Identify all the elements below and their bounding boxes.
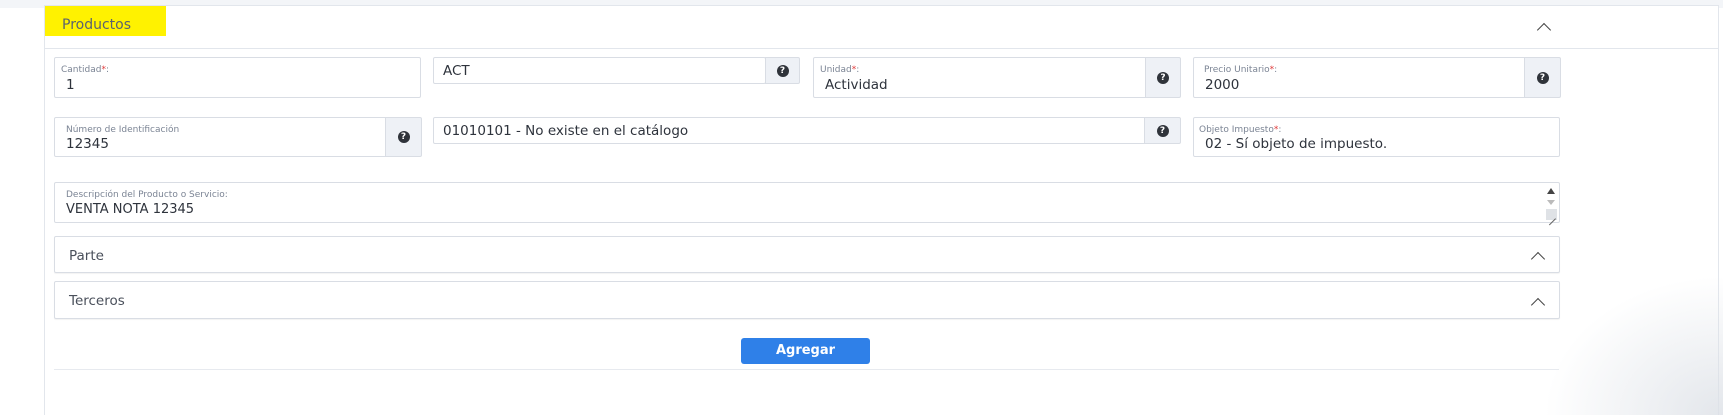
cantidad-label: Cantidad*: [61,65,110,75]
unidad-help[interactable]: ? [1145,57,1181,98]
unidad-label: Unidad*: [820,65,860,75]
clave-help[interactable]: ? [1144,117,1181,144]
question-circle-icon: ? [397,131,410,143]
unidad-code-help[interactable]: ? [765,57,800,84]
question-circle-icon: ? [1157,71,1169,84]
numero-label: Número de Identificación [66,125,180,135]
objeto-field[interactable]: Objeto Impuesto*: 02 - Sí objeto de impu… [1193,117,1560,157]
objeto-value: 02 - Sí objeto de impuesto. [1205,136,1388,152]
cantidad-value: 1 [66,77,75,93]
question-circle-icon: ? [1536,71,1549,84]
cantidad-field[interactable]: Cantidad*: 1 [54,57,421,98]
accordion-title: Parte [69,248,104,264]
descripcion-label: Descripción del Producto o Servicio: [66,190,228,200]
scroll-up-icon[interactable] [1547,188,1555,194]
numero-help[interactable]: ? [385,117,422,157]
accordion-terceros[interactable]: Terceros [54,281,1560,319]
precio-label: Precio Unitario*: [1204,65,1278,75]
question-circle-icon: ? [776,64,789,77]
divider [54,369,1559,370]
precio-help[interactable]: ? [1524,57,1561,98]
question-circle-icon: ? [1156,124,1169,137]
resize-handle-icon[interactable] [1546,209,1557,220]
objeto-label: Objeto Impuesto*: [1199,125,1282,135]
numero-field[interactable]: Número de Identificación 12345 ? [54,117,422,157]
descripcion-textarea[interactable]: Descripción del Producto o Servicio: VEN… [54,182,1560,223]
accordion-parte[interactable]: Parte [54,236,1560,273]
precio-field[interactable]: Precio Unitario*: 2000 ? [1193,57,1561,98]
precio-value: 2000 [1205,77,1240,93]
panel-title: Productos [62,17,132,33]
unidad-code-field[interactable]: ACT [433,57,766,84]
unidad-field[interactable]: Unidad*: Actividad ? [813,57,1181,98]
clave-field[interactable]: 01010101 - No existe en el catálogo ? [433,117,1181,144]
numero-value: 12345 [66,136,109,152]
unidad-code-value: ACT [443,63,470,79]
unidad-value: Actividad [825,77,888,93]
chevron-up-icon[interactable] [1537,20,1551,34]
corner-shade [1543,275,1723,415]
descripcion-value: VENTA NOTA 12345 [66,202,195,217]
clave-value: 01010101 - No existe en el catálogo [443,123,689,139]
scroll-down-icon[interactable] [1547,200,1555,205]
productos-header[interactable]: Productos [45,6,1718,49]
accordion-title: Terceros [69,293,125,309]
chevron-up-icon[interactable] [1531,249,1545,263]
add-product-button[interactable]: Agregar Producto [741,338,870,384]
